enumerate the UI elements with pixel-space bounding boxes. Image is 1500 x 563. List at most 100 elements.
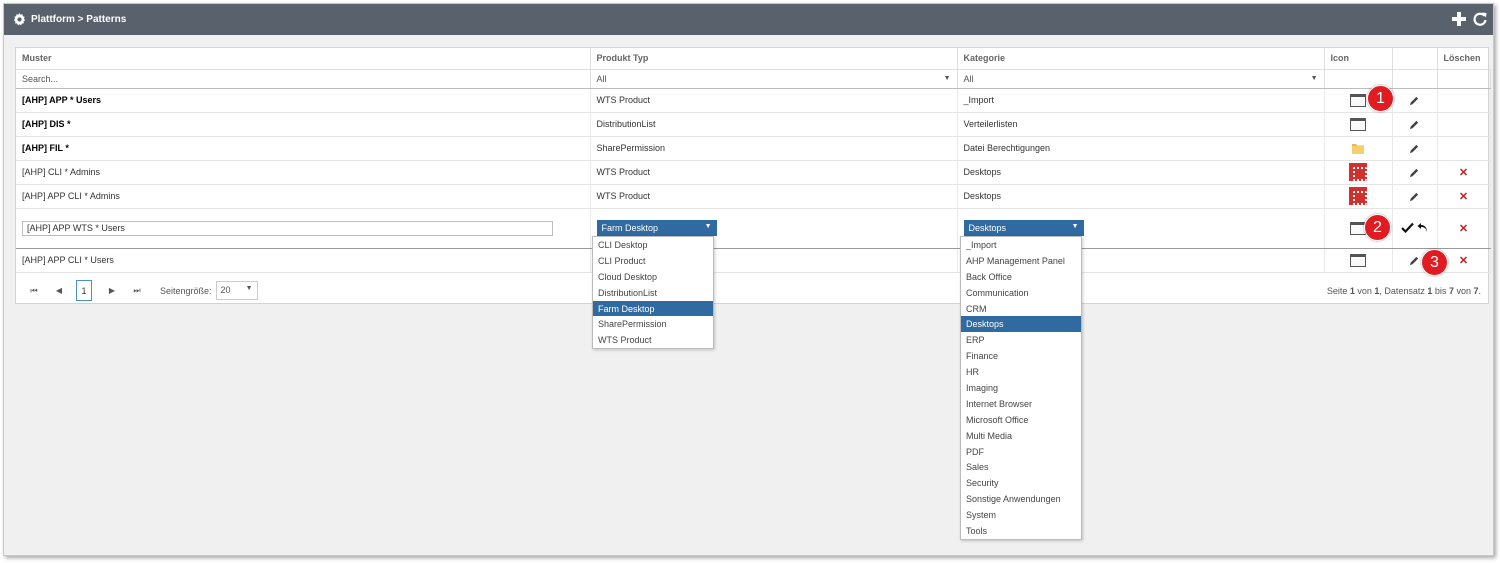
dropdown-option[interactable]: _Import <box>961 237 1081 253</box>
app-icon <box>1349 187 1367 205</box>
dropdown-option[interactable]: Back Office <box>961 269 1081 285</box>
dropdown-option[interactable]: ERP <box>961 332 1081 348</box>
chevron-down-icon: ▼ <box>1310 74 1318 82</box>
kategorie-filter[interactable]: All ▼ <box>957 69 1325 89</box>
delete-filter-empty <box>1437 69 1491 89</box>
produkt-typ-cell: WTS Product <box>590 160 958 185</box>
dropdown-option[interactable]: CLI Desktop <box>593 237 713 253</box>
column-header-muster[interactable]: Muster <box>16 48 591 70</box>
dropdown-option[interactable]: Security <box>961 475 1081 491</box>
delete-icon[interactable]: ✕ <box>1459 191 1468 203</box>
column-header-kategorie[interactable]: Kategorie <box>957 48 1325 70</box>
actions-cell <box>1392 88 1438 113</box>
patterns-grid: Muster Produkt Typ Kategorie Icon Lösche… <box>15 47 1491 304</box>
icon-cell <box>1324 112 1393 137</box>
kategorie-select-value: Desktops <box>968 223 1007 233</box>
undo-icon[interactable] <box>1417 222 1428 233</box>
pencil-icon[interactable] <box>1409 143 1420 154</box>
delete-icon[interactable]: ✕ <box>1459 223 1468 235</box>
pager-text: von <box>1354 286 1375 296</box>
icon-cell <box>1324 160 1393 185</box>
refresh-icon[interactable] <box>1473 12 1487 26</box>
pencil-icon[interactable] <box>1409 255 1420 266</box>
dropdown-option[interactable]: CRM <box>961 301 1081 317</box>
produkt-typ-cell: DistributionList <box>590 112 958 137</box>
pencil-icon[interactable] <box>1409 191 1420 202</box>
dropdown-option[interactable]: SharePermission <box>593 316 713 332</box>
table-row[interactable]: [AHP] APP CLI * Admins WTS Product Deskt… <box>16 184 1491 209</box>
callout-badge-1: 1 <box>1367 85 1394 112</box>
actions-cell <box>1392 160 1438 185</box>
dropdown-option[interactable]: Multi Media <box>961 428 1081 444</box>
column-header-produkt-typ[interactable]: Produkt Typ <box>590 48 958 70</box>
icon-cell <box>1324 248 1393 273</box>
dropdown-option[interactable]: System <box>961 507 1081 523</box>
window-frame: Plattform > Patterns Muster Produkt Typ … <box>3 3 1494 556</box>
dropdown-option[interactable]: Tools <box>961 523 1081 539</box>
column-header-icon: Icon <box>1324 48 1393 70</box>
search-input[interactable]: Search... <box>16 69 591 89</box>
actions-filter-empty <box>1392 69 1438 89</box>
dropdown-option[interactable]: PDF <box>961 444 1081 460</box>
dropdown-option-selected[interactable]: Farm Desktop <box>593 300 713 317</box>
produkt-typ-cell: WTS Product <box>590 88 958 113</box>
delete-icon[interactable]: ✕ <box>1459 255 1468 267</box>
last-page-icon[interactable]: ⏭ <box>129 286 145 296</box>
current-page-button[interactable]: 1 <box>76 280 92 301</box>
first-page-icon[interactable]: ⏮ <box>26 286 42 296</box>
table-row[interactable]: [AHP] CLI * Admins WTS Product Desktops … <box>16 160 1491 185</box>
callout-badge-2: 2 <box>1364 214 1391 241</box>
produkt-typ-filter[interactable]: All ▼ <box>590 69 958 89</box>
table-row[interactable]: [AHP] APP * Users WTS Product _Import <box>16 88 1491 113</box>
next-page-icon[interactable]: ▶ <box>104 286 120 295</box>
actions-cell <box>1392 184 1438 209</box>
table-row[interactable]: [AHP] DIS * DistributionList Verteilerli… <box>16 112 1491 137</box>
pencil-icon[interactable] <box>1409 119 1420 130</box>
dropdown-option[interactable]: WTS Product <box>593 332 713 348</box>
produkt-typ-cell: WTS Product <box>590 184 958 209</box>
dropdown-option[interactable]: Cloud Desktop <box>593 269 713 285</box>
produkt-typ-select-value: Farm Desktop <box>601 223 659 233</box>
dropdown-option[interactable]: AHP Management Panel <box>961 253 1081 269</box>
produkt-typ-dropdown: CLI Desktop CLI Product Cloud Desktop Di… <box>592 236 714 350</box>
actions-cell <box>1392 136 1438 161</box>
kategorie-select[interactable]: Desktops ▼ <box>963 220 1084 236</box>
dropdown-option[interactable]: Microsoft Office <box>961 412 1081 428</box>
muster-input[interactable] <box>22 220 553 236</box>
table-row[interactable]: [AHP] APP CLI * Users ✕ <box>16 248 1491 273</box>
muster-cell: [AHP] DIS * <box>16 112 591 137</box>
plus-icon[interactable] <box>1452 12 1466 26</box>
dropdown-option[interactable]: CLI Product <box>593 253 713 269</box>
gear-icon <box>13 13 26 26</box>
delete-icon[interactable]: ✕ <box>1459 167 1468 179</box>
pencil-icon[interactable] <box>1409 167 1420 178</box>
delete-cell: ✕ <box>1437 184 1491 209</box>
dropdown-option[interactable]: Internet Browser <box>961 396 1081 412</box>
prev-page-icon[interactable]: ◀ <box>51 286 67 295</box>
dropdown-option[interactable]: DistributionList <box>593 285 713 301</box>
dropdown-option-selected[interactable]: Desktops <box>961 316 1081 333</box>
pencil-icon[interactable] <box>1409 95 1420 106</box>
delete-cell <box>1437 88 1491 113</box>
page-size-select[interactable]: 20 ▼ <box>215 281 258 300</box>
muster-cell: [AHP] APP CLI * Admins <box>16 184 591 209</box>
produkt-typ-select[interactable]: Farm Desktop ▼ <box>596 220 717 236</box>
chevron-down-icon: ▼ <box>245 285 253 292</box>
dropdown-option[interactable]: Imaging <box>961 380 1081 396</box>
dropdown-option[interactable]: Finance <box>961 348 1081 364</box>
pager-text: bis <box>1432 286 1449 296</box>
dropdown-option[interactable]: Sonstige Anwendungen <box>961 491 1081 507</box>
produkt-typ-filter-value: All <box>596 73 607 84</box>
checkmark-icon[interactable] <box>1401 222 1414 234</box>
actions-cell <box>1392 112 1438 137</box>
dropdown-option[interactable]: HR <box>961 364 1081 380</box>
kategorie-dropdown: _Import AHP Management Panel Back Office… <box>960 236 1082 540</box>
kategorie-filter-value: All <box>963 73 974 84</box>
chevron-down-icon: ▼ <box>943 74 951 82</box>
dropdown-option[interactable]: Communication <box>961 285 1081 301</box>
app-icon <box>1349 163 1367 181</box>
produkt-typ-cell: SharePermission <box>590 136 958 161</box>
dropdown-option[interactable]: Sales <box>961 459 1081 475</box>
table-row[interactable]: [AHP] FIL * SharePermission Datei Berech… <box>16 136 1491 161</box>
muster-cell: [AHP] CLI * Admins <box>16 160 591 185</box>
